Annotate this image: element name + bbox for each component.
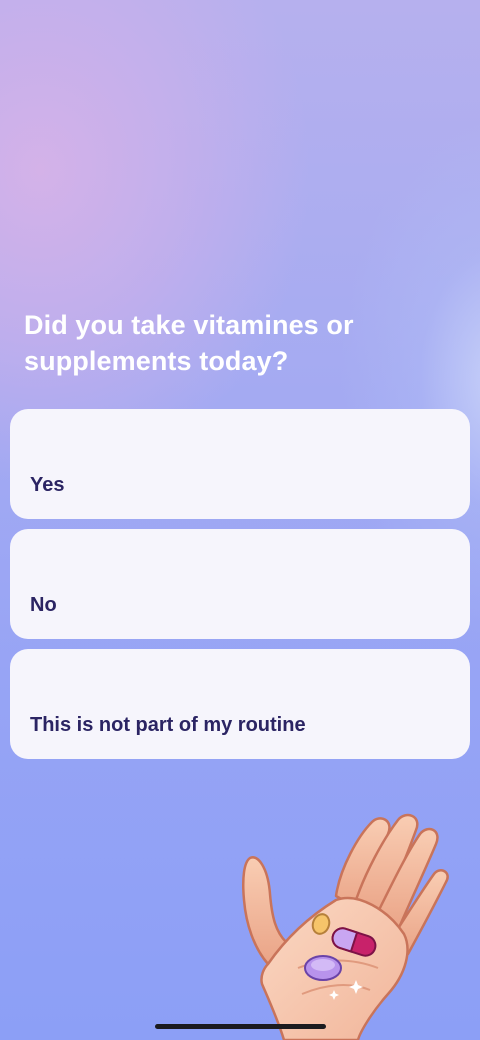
home-indicator[interactable] [155, 1024, 326, 1029]
option-not-routine[interactable]: This is not part of my routine [10, 649, 470, 759]
option-yes[interactable]: Yes [10, 409, 470, 519]
question-title: Did you take vitamines or supplements to… [24, 310, 354, 376]
hand-holding-pills-icon [242, 813, 449, 1040]
option-label: Yes [30, 474, 65, 496]
answer-options: Yes No This is not part of my routine [10, 409, 470, 769]
option-label: This is not part of my routine [30, 714, 306, 736]
option-label: No [30, 594, 57, 616]
option-no[interactable]: No [10, 529, 470, 639]
